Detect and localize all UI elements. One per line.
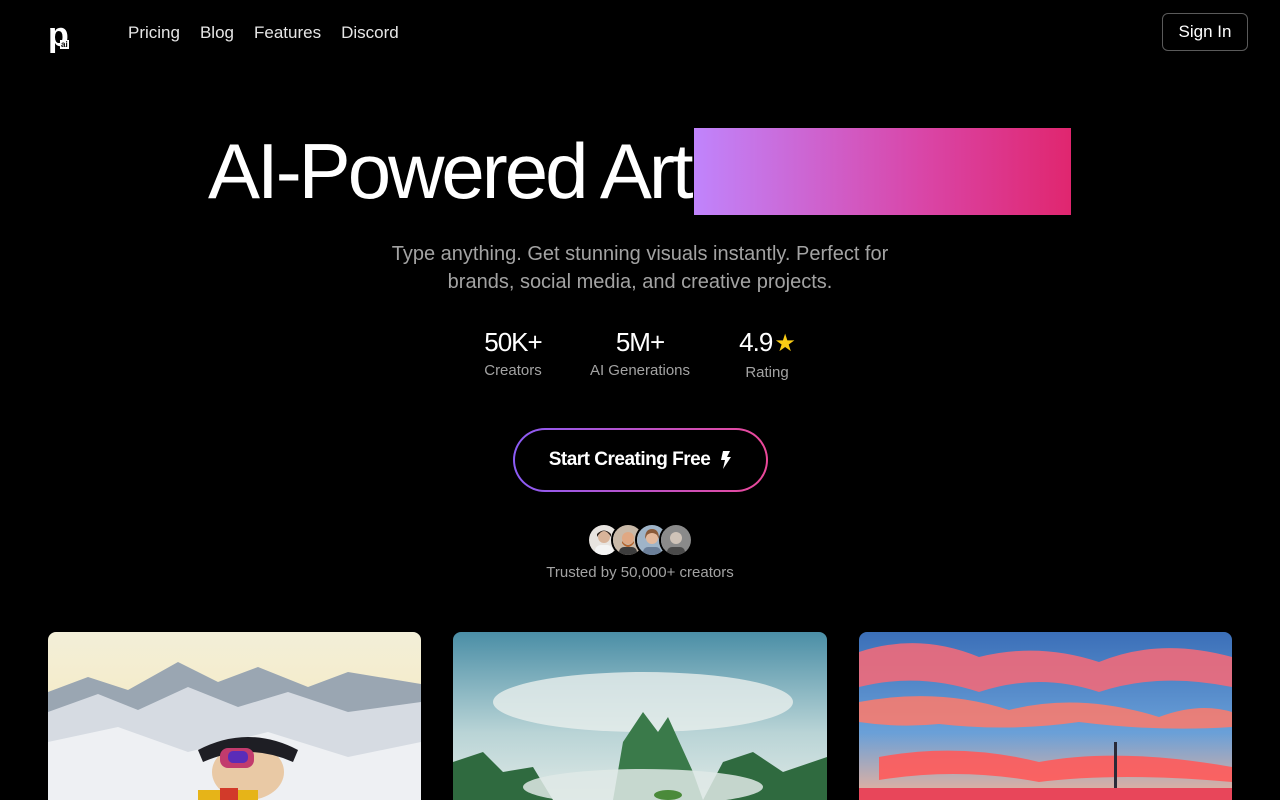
sunset-image <box>859 632 1232 800</box>
avatar-stack <box>587 523 697 557</box>
star-icon: ★ <box>774 330 795 357</box>
stat-value: 4.9 <box>739 327 773 357</box>
stat-value: 5M+ <box>615 327 665 357</box>
start-creating-button[interactable]: Start Creating Free <box>513 428 768 492</box>
hero-title-wrap: AI-Powered Art <box>208 127 694 215</box>
trusted-by-text: Trusted by 50,000+ creators <box>546 564 734 581</box>
nav-links: Pricing Blog Features Discord <box>128 22 399 44</box>
logo[interactable]: p ai <box>48 18 74 52</box>
landing-page: p ai Pricing Blog Features Discord Sign … <box>0 0 1280 800</box>
subtitle-line-2: brands, social media, and creative proje… <box>447 271 833 293</box>
logo-suffix: ai <box>60 40 69 49</box>
gallery-card-mountains[interactable] <box>453 632 827 800</box>
hero-gradient-block <box>694 128 1071 215</box>
stats-row: 50K+ Creators 5M+ AI Generations 4.9★ Ra… <box>470 326 810 386</box>
skier-image <box>48 632 421 800</box>
top-nav: p ai Pricing Blog Features Discord Sign … <box>0 0 1280 66</box>
avatar <box>659 523 693 557</box>
nav-link-blog[interactable]: Blog <box>200 22 234 44</box>
start-creating-label: Start Creating Free <box>548 449 711 470</box>
hero-title: AI-Powered Art <box>208 127 694 215</box>
stat-label: AI Generations <box>589 362 691 379</box>
stat-rating: 4.9★ Rating <box>728 326 806 384</box>
gallery-card-sunset[interactable] <box>859 632 1232 800</box>
hero-subtitle: Type anything. Get stunning visuals inst… <box>340 240 940 296</box>
stat-label: Rating <box>745 364 789 381</box>
stat-value-wrap: 4.9★ <box>728 326 806 360</box>
stat-generations: 5M+ AI Generations <box>582 326 698 382</box>
gallery-card-skier[interactable] <box>48 632 421 800</box>
sign-in-button[interactable]: Sign In <box>1162 13 1248 51</box>
stat-creators: 50K+ Creators <box>470 326 556 382</box>
nav-link-features[interactable]: Features <box>254 22 321 44</box>
bolt-icon <box>721 451 732 469</box>
stat-value: 50K+ <box>484 327 542 357</box>
nav-link-pricing[interactable]: Pricing <box>128 22 180 44</box>
stat-label: Creators <box>484 362 542 379</box>
nav-link-discord[interactable]: Discord <box>341 22 399 44</box>
subtitle-line-1: Type anything. Get stunning visuals inst… <box>391 243 889 265</box>
karst-mountains-image <box>453 632 827 800</box>
start-creating-button-inner: Start Creating Free <box>515 430 766 490</box>
